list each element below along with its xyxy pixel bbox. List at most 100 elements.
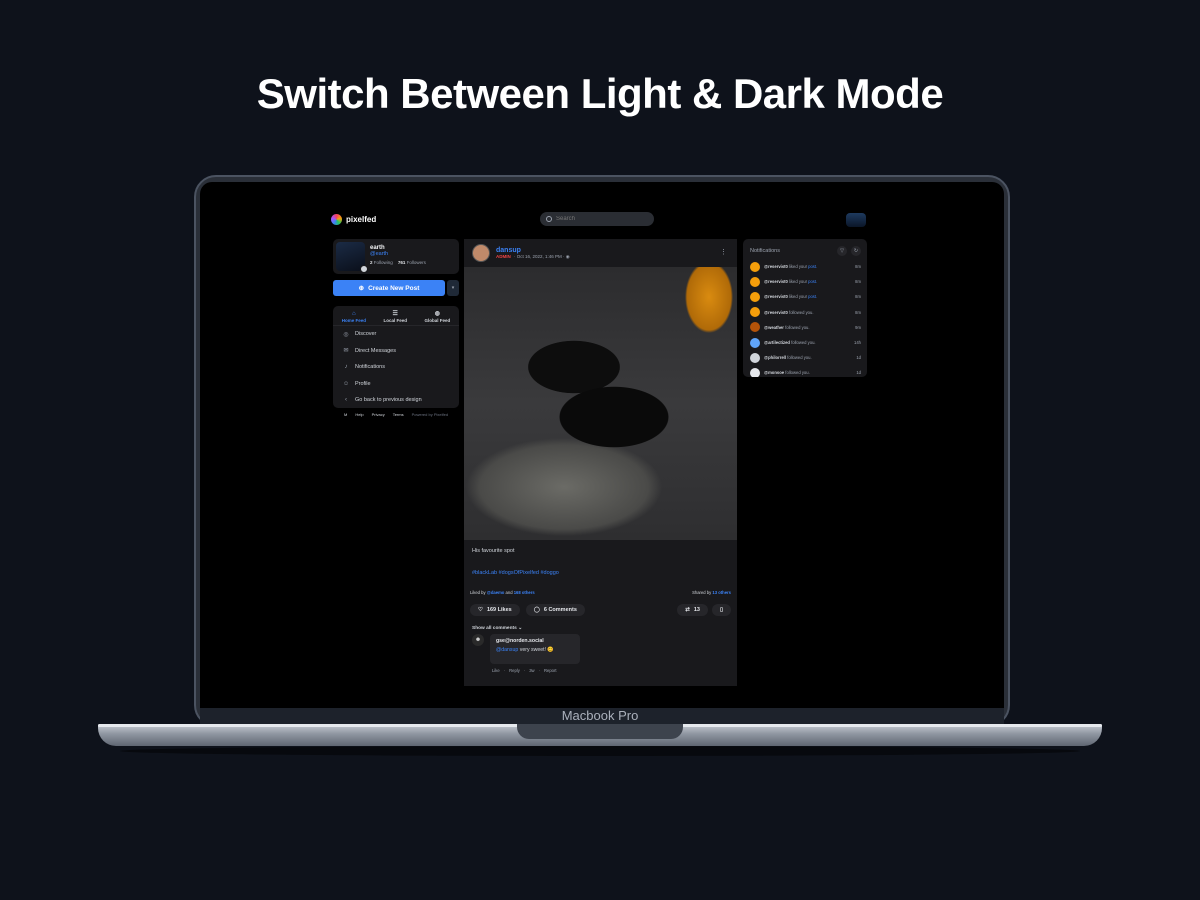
feed-tabs: ⌂ Home Feed ☰ Local Feed ◍ Global Feed	[333, 306, 459, 326]
like-count: 169 Likes	[486, 607, 512, 613]
bookmark-button[interactable]: ▯	[711, 604, 731, 616]
notification-action: liked your	[787, 264, 809, 270]
liked-by-others[interactable]: 168 others	[514, 590, 535, 595]
comment-author[interactable]: gse@norden.social	[496, 638, 574, 644]
notification-item[interactable]: @reservist0 liked your post. 8m	[743, 274, 867, 289]
profile-card[interactable]: earth @earth 2 Following 761 Followers	[333, 239, 459, 274]
notification-avatar[interactable]	[750, 322, 760, 333]
tab-local-feed[interactable]: ☰ Local Feed	[383, 310, 407, 325]
show-all-comments[interactable]: Show all comments ⌄	[464, 620, 737, 634]
notification-item[interactable]: @philorrell followed you. 1d	[743, 350, 867, 365]
comment-bubble: gse@norden.social @dansup very sweet! 😊	[490, 634, 580, 664]
nav-item-discover[interactable]: ◎ Discover	[333, 326, 459, 343]
notification-user[interactable]: @weather	[764, 325, 784, 330]
notification-avatar[interactable]	[750, 307, 760, 318]
notification-item[interactable]: @reservist0 liked your post. 8m	[743, 289, 867, 304]
more-options-icon[interactable]: ⋮	[720, 248, 727, 256]
notification-time: 8m	[855, 264, 861, 270]
search-input[interactable]	[556, 216, 646, 222]
pixelfed-logo-icon	[331, 214, 342, 225]
profile-handle[interactable]: @earth	[370, 251, 426, 257]
notification-text: @philorrell followed you.	[764, 355, 852, 360]
post-timestamp[interactable]: Oct 16, 2022, 1:46 PM	[517, 254, 562, 259]
nav-item-profile[interactable]: ☺ Profile	[333, 376, 459, 393]
comment-count: 6 Comments	[543, 607, 577, 613]
search-bar[interactable]	[540, 212, 654, 226]
bookmark-icon: ▯	[719, 607, 723, 613]
post-author-name[interactable]: dansup	[496, 247, 570, 254]
nav-label: Discover	[355, 331, 377, 338]
footer-link-help[interactable]: Help	[355, 412, 363, 417]
filter-icon[interactable]: ▽	[837, 246, 847, 256]
comment-like-link[interactable]: Like	[492, 668, 500, 673]
footer-logo[interactable]: M	[344, 412, 347, 417]
notification-user[interactable]: @reservist0	[764, 310, 788, 315]
notification-avatar[interactable]	[750, 367, 760, 377]
comment-actions: Like · Reply · 3w · Report	[492, 668, 557, 673]
profile-avatar[interactable]	[336, 242, 368, 273]
notifications-title: Notifications	[750, 248, 780, 254]
footer-link-terms[interactable]: Terms	[393, 412, 404, 417]
footer-link-privacy[interactable]: Privacy	[372, 412, 385, 417]
notification-avatar[interactable]	[750, 261, 760, 272]
top-bar: pixelfed	[200, 210, 1004, 230]
comment-report-link[interactable]: Report	[544, 668, 557, 673]
tab-global-feed[interactable]: ◍ Global Feed	[424, 310, 450, 325]
notification-time: 8m	[855, 279, 861, 285]
comment-mention[interactable]: @dansup	[496, 647, 518, 653]
footer-powered-by[interactable]: Powered by Pixelfed	[412, 412, 448, 417]
notification-post-link[interactable]: post.	[808, 294, 817, 299]
chevron-down-icon: ▾	[451, 285, 455, 291]
following-count[interactable]: 2	[370, 260, 373, 265]
liked-by-user[interactable]: @daemo	[487, 590, 505, 595]
refresh-icon[interactable]: ↻	[851, 246, 861, 256]
comment-reply-link[interactable]: Reply	[509, 668, 520, 673]
nav-item-previous-design[interactable]: ‹ Go back to previous design	[333, 392, 459, 409]
tab-label: Home Feed	[341, 318, 366, 323]
post-image[interactable]	[464, 267, 737, 540]
notification-user[interactable]: @philorrell	[764, 355, 786, 360]
notification-avatar[interactable]	[750, 352, 760, 363]
nav-label: Notifications	[355, 364, 385, 371]
following-label: Following	[373, 260, 393, 265]
notification-avatar[interactable]	[750, 276, 760, 287]
notification-user[interactable]: @monsoe	[764, 370, 784, 375]
notification-item[interactable]: @artilectized followed you. 14h	[743, 335, 867, 350]
notifications-panel: Notifications ▽ ↻ @reservist0 liked your…	[743, 239, 867, 377]
followers-count[interactable]: 761	[398, 260, 406, 265]
share-button[interactable]: ⇄ 13	[677, 604, 708, 616]
like-button[interactable]: ♡ 169 Likes	[470, 604, 520, 616]
notification-item[interactable]: @weather followed you. 9m	[743, 320, 867, 335]
post-hashtags[interactable]: #blackLab #dogsOfPixelfed #doggo	[464, 570, 737, 590]
create-post-dropdown[interactable]: ▾	[447, 280, 459, 296]
notification-user[interactable]: @reservist0	[764, 294, 788, 299]
notification-item[interactable]: @monsoe followed you. 1d	[743, 365, 867, 377]
post-author-avatar[interactable]	[472, 244, 490, 262]
create-post-button[interactable]: ⊕ Create New Post	[333, 280, 445, 296]
shared-by-prefix: Shared by	[692, 590, 712, 595]
notification-post-link[interactable]: post.	[808, 264, 817, 269]
profile-stats: 2 Following 761 Followers	[370, 260, 426, 265]
shared-by-others[interactable]: 13 others	[712, 590, 731, 595]
device-label: Macbook Pro	[561, 708, 639, 723]
comment-author-avatar[interactable]: ☻	[472, 634, 484, 646]
tab-home-feed[interactable]: ⌂ Home Feed	[342, 310, 366, 325]
notification-user[interactable]: @artilectized	[764, 340, 790, 345]
notification-post-link[interactable]: post.	[808, 279, 817, 284]
marketing-page: Switch Between Light & Dark Mode Macbook…	[0, 0, 1200, 900]
user-avatar[interactable]	[846, 213, 866, 227]
notification-item[interactable]: @reservist0 followed you. 8m	[743, 305, 867, 320]
notification-user[interactable]: @reservist0	[764, 279, 788, 284]
brand-logo[interactable]: pixelfed	[331, 214, 376, 225]
notification-user[interactable]: @reservist0	[764, 264, 788, 269]
nav-item-notifications[interactable]: ♪ Notifications	[333, 359, 459, 376]
search-icon	[546, 216, 552, 222]
notification-avatar[interactable]	[750, 337, 760, 348]
comments-button[interactable]: ◯ 6 Comments	[525, 604, 585, 616]
nav-item-direct-messages[interactable]: ✉ Direct Messages	[333, 343, 459, 360]
comment-text: @dansup very sweet! 😊	[496, 647, 574, 653]
notification-text: @reservist0 liked your post.	[764, 294, 851, 299]
notification-text: @weather followed you.	[764, 325, 851, 330]
notification-item[interactable]: @reservist0 liked your post. 8m	[743, 259, 867, 274]
notification-avatar[interactable]	[750, 291, 760, 302]
